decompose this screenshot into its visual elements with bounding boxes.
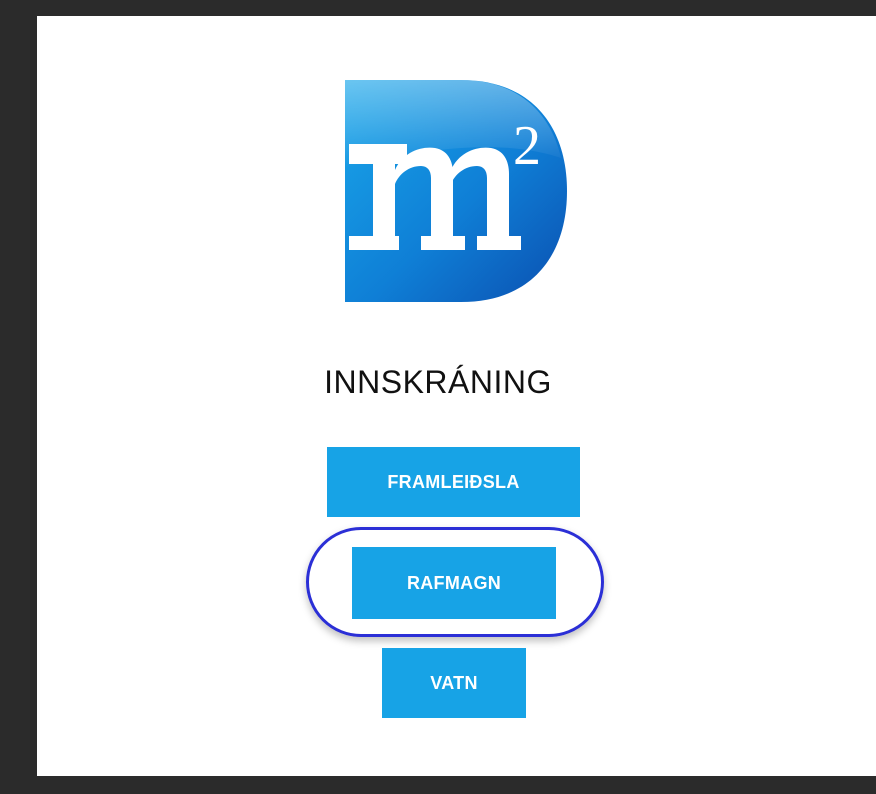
framleidsla-button[interactable]: FRAMLEIÐSLA <box>327 447 580 517</box>
vatn-button[interactable]: VATN <box>382 648 526 718</box>
svg-text:2: 2 <box>513 115 541 177</box>
rafmagn-button[interactable]: RAFMAGN <box>352 547 556 619</box>
login-title: INNSKRÁNING <box>324 364 552 400</box>
window-frame: 2 INNSKRÁNING FRAMLEIÐSLA RAFMAGN VATN <box>0 0 876 794</box>
m2-logo-icon: 2 <box>343 78 569 304</box>
